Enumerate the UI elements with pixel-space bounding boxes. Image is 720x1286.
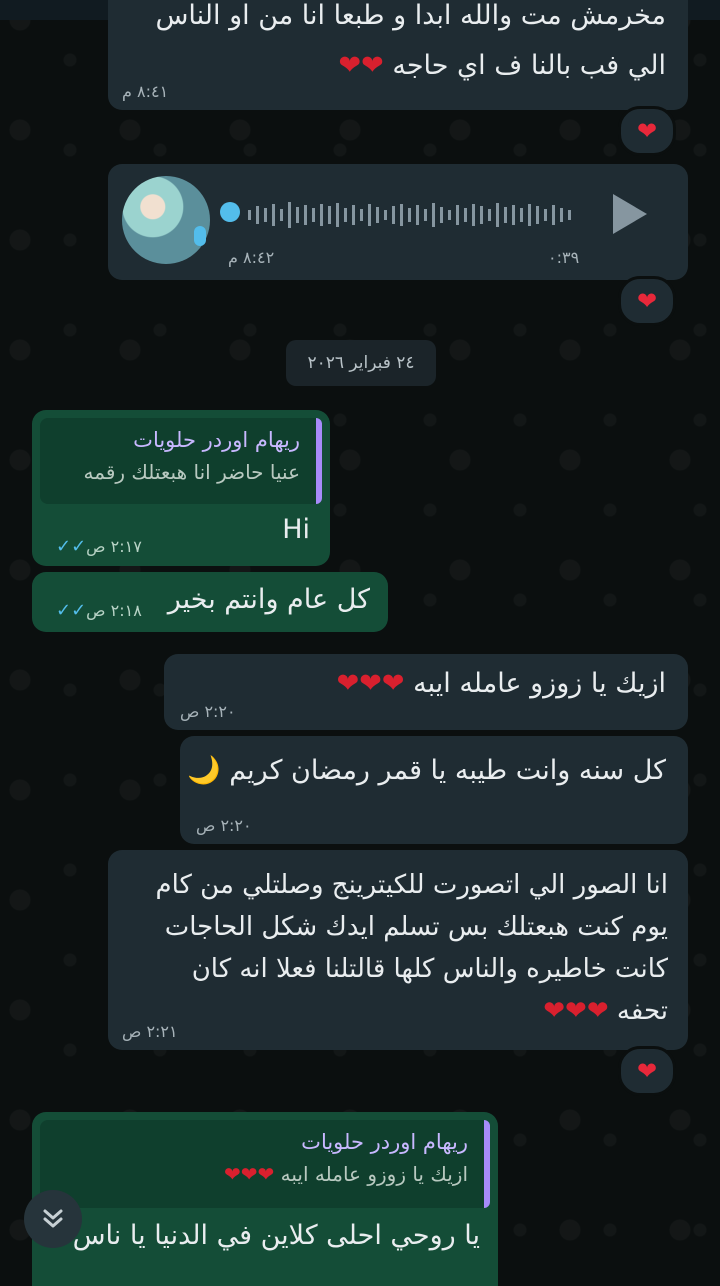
message-text-line: يوم كنت هبعتلك بس تسلم ايدك شكل الحاجات <box>164 912 668 942</box>
outgoing-message[interactable]: كل عام وانتم بخير ٢:١٨ ص✓✓ <box>32 572 388 632</box>
mic-icon <box>194 226 206 246</box>
quote-author: ريهام اوردر حلويات <box>301 1130 468 1154</box>
quote-text: ازيك يا زوزو عامله ايبه <box>280 1162 468 1186</box>
incoming-message[interactable]: ازيك يا زوزو عامله ايبه ❤❤❤ ٢:٢٠ ص <box>164 654 688 730</box>
chevrons-down-icon <box>43 1209 63 1228</box>
message-time: ٨:٤٢ م <box>228 248 275 267</box>
message-text-line: تحفه ❤❤❤ <box>543 990 668 1032</box>
message-time: ٢:١٨ ص <box>86 601 142 620</box>
double-check-icon: ✓✓ <box>56 536 87 557</box>
date-label: ٢٤ فبراير ٢٠٢٦ <box>307 353 415 373</box>
message-text: كل سنه وانت طيبه يا قمر رمضان كريم <box>229 755 666 786</box>
message-text-line: كانت خاطيره والناس كلها قالتلنا فعلا انه… <box>191 954 668 984</box>
message-text-line: كل سنه وانت طيبه يا قمر رمضان كريم 🌙 <box>187 754 666 786</box>
heart-icon: ❤❤❤ <box>224 1162 275 1186</box>
incoming-message[interactable]: كل سنه وانت طيبه يا قمر رمضان كريم 🌙 ٢:٢… <box>180 736 688 844</box>
heart-icon: ❤ <box>636 287 658 315</box>
avatar <box>122 176 210 264</box>
incoming-message-long[interactable]: انا الصور الي اتصورت للكيترينج وصلتلي من… <box>108 850 688 1050</box>
message-text: ازيك يا زوزو عامله ايبه <box>413 668 666 699</box>
outgoing-message-quoted[interactable]: ريهام اوردر حلويات ازيك يا زوزو عامله اي… <box>32 1112 498 1286</box>
heart-icon: ❤❤❤ <box>336 668 405 699</box>
quote-text-line: ازيك يا زوزو عامله ايبه ❤❤❤ <box>50 1162 468 1186</box>
message-text: الي فب بالنا ف اي حاجه <box>392 50 666 81</box>
message-text: كل عام وانتم بخير <box>167 584 370 615</box>
outgoing-message-quoted[interactable]: ريهام اوردر حلويات عنيا حاضر انا هبعتلك … <box>32 410 330 566</box>
heart-icon: ❤❤ <box>338 50 384 81</box>
quote-text: عنيا حاضر انا هبعتلك رقمه <box>83 460 300 484</box>
playback-dot[interactable] <box>220 202 240 222</box>
heart-icon: ❤❤❤ <box>543 996 609 1026</box>
voice-duration: ٠:٣٩ <box>548 248 580 267</box>
voice-waveform <box>248 202 571 228</box>
message-text-line: مخرمش مت والله ابدا و طبعا انا من او الن… <box>155 0 666 31</box>
heart-reaction[interactable]: ❤ <box>618 106 676 156</box>
heart-icon: ❤ <box>636 117 658 145</box>
message-text-line: انا الصور الي اتصورت للكيترينج وصلتلي من… <box>155 870 668 900</box>
message-time: ٢:٢٠ ص <box>180 702 236 721</box>
scroll-to-bottom-button[interactable] <box>24 1190 82 1248</box>
message-time: ٨:٤١ م <box>122 82 169 101</box>
message-time: ٢:١٧ ص <box>86 537 142 556</box>
quoted-message[interactable]: ريهام اوردر حلويات عنيا حاضر انا هبعتلك … <box>40 418 322 504</box>
play-icon[interactable] <box>613 194 647 234</box>
incoming-message-1[interactable]: مخرمش مت والله ابدا و طبعا انا من او الن… <box>108 0 688 110</box>
message-time: ٢:٢٠ ص <box>196 816 252 835</box>
message-text: تحفه <box>616 996 668 1026</box>
double-check-icon: ✓✓ <box>56 600 87 621</box>
quote-author: ريهام اوردر حلويات <box>133 428 300 452</box>
message-text-line: الي فب بالنا ف اي حاجه ❤❤ <box>339 50 666 81</box>
heart-reaction[interactable]: ❤ <box>618 1046 676 1096</box>
message-text: يا روحي احلى كلاين في الدنيا يا ناس <box>72 1220 480 1251</box>
quoted-message[interactable]: ريهام اوردر حلويات ازيك يا زوزو عامله اي… <box>40 1120 490 1208</box>
crescent-moon-icon: 🌙 <box>186 755 221 786</box>
date-separator: ٢٤ فبراير ٢٠٢٦ <box>286 340 436 386</box>
message-time: ٢:٢١ ص <box>122 1022 178 1041</box>
message-meta: ٢:١٨ ص✓✓ <box>50 600 142 621</box>
heart-reaction[interactable]: ❤ <box>618 276 676 326</box>
message-text-line: ازيك يا زوزو عامله ايبه ❤❤❤ <box>337 668 666 699</box>
message-text: Hi <box>282 514 310 545</box>
heart-icon: ❤ <box>636 1057 658 1085</box>
message-meta: ٢:١٧ ص✓✓ <box>50 536 142 557</box>
